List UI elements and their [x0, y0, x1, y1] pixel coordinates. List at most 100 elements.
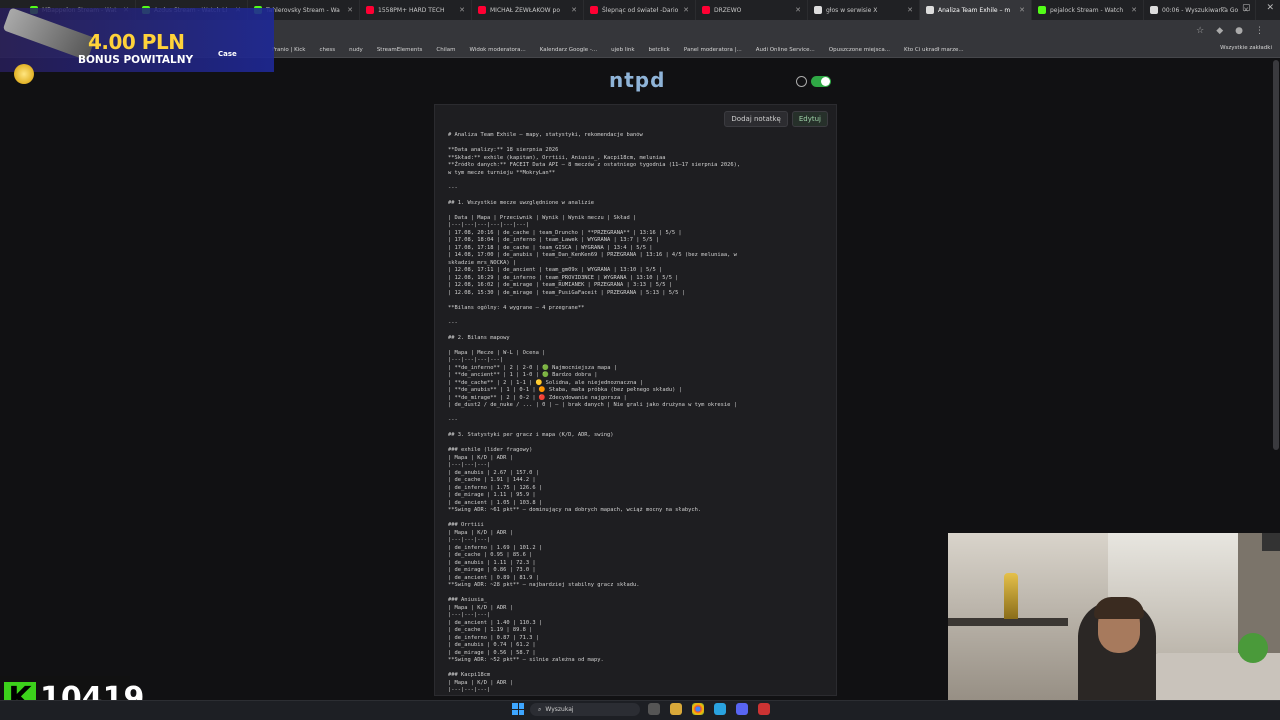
webcam-feed	[948, 533, 1280, 720]
browser-tab[interactable]: Ślepnąc od świateł -Dario ✕	[584, 0, 696, 20]
note-line: | de_inferno | 1.69 | 101.2 |	[448, 544, 543, 551]
minimize-icon[interactable]: –	[1221, 3, 1226, 13]
note-line: ## 3. Statystyki per gracz i mapa (K/D, …	[448, 432, 614, 438]
bookmark-item[interactable]: betclick	[649, 47, 670, 53]
note-line: **Bilans ogólny: 4 wygrane – 4 przegrane…	[448, 304, 585, 311]
note-line: |---|---|---|	[448, 687, 491, 692]
note-line: | 17.08, 18:04 | de_inferno | team_Lawek…	[448, 237, 659, 243]
browser-tab[interactable]: DRZEWO ✕	[696, 0, 808, 20]
tab-close-icon[interactable]: ✕	[1019, 6, 1025, 14]
bookmark-item[interactable]: Widok moderatora...	[469, 47, 525, 53]
theme-toggle[interactable]	[796, 76, 831, 87]
maximize-icon[interactable]: ▢	[1242, 3, 1251, 13]
task-view-icon[interactable]	[648, 703, 660, 715]
tab-close-icon[interactable]: ✕	[907, 6, 913, 14]
promo-brand: Case	[218, 50, 237, 58]
tab-title: 1558PM+ HARD TECH	[378, 6, 445, 14]
bookmark-item[interactable]: Kto Ci ukradł marze...	[904, 47, 964, 53]
note-line	[448, 410, 828, 418]
chrome-icon[interactable]	[692, 703, 704, 715]
note-line: ### Aniusia_	[448, 597, 487, 603]
note-line: | Mapa | K/D | ADR |	[448, 529, 513, 536]
note-line: | de_cache | 1.19 | 89.8 |	[448, 627, 533, 633]
tab-title: głos w serwisie X	[826, 6, 878, 14]
note-line	[448, 515, 828, 523]
bookmark-item[interactable]: Chilam	[436, 47, 455, 53]
note-line: **Data analizy:** 18 sierpnia 2026	[448, 147, 559, 153]
bookmark-item[interactable]: nudy	[349, 47, 363, 53]
cam-corner	[1262, 533, 1280, 551]
file-explorer-icon[interactable]	[670, 703, 682, 715]
extension-icon[interactable]: ◆	[1216, 26, 1223, 36]
tab-favicon-icon	[1038, 6, 1046, 14]
note-line: | **de_inferno** | 2 | 2-0 | 🟢 Najmocnie…	[448, 364, 617, 371]
note-line: ## 1. Wszystkie mecze uwzględnione w ana…	[448, 199, 595, 206]
note-line: |---|---|---|---|	[448, 357, 504, 363]
bookmark-item[interactable]: Panel moderatora |...	[684, 47, 742, 53]
windows-start-icon[interactable]	[512, 703, 524, 715]
tab-favicon-icon	[366, 6, 374, 14]
note-line: w tym mecze turnieju **MokryLan**	[448, 169, 556, 176]
menu-icon[interactable]: ⋮	[1255, 26, 1264, 36]
telegram-icon[interactable]	[714, 703, 726, 715]
taskbar	[0, 700, 1280, 720]
app-logo[interactable]: ntpd	[609, 68, 665, 92]
tab-favicon-icon	[926, 6, 934, 14]
bookmark-item[interactable]: Franio | Kick	[272, 47, 305, 53]
bookmark-item[interactable]: ujeb link	[611, 47, 634, 53]
scrollbar[interactable]	[1273, 60, 1279, 450]
promo-banner: 4.00 PLN BONUS POWITALNY Case	[0, 7, 274, 84]
browser-tab[interactable]: głos w serwisie X ✕	[808, 0, 920, 20]
taskbar-apps	[648, 703, 770, 715]
bookmark-item[interactable]: chess	[319, 47, 335, 53]
tab-close-icon[interactable]: ✕	[795, 6, 801, 14]
discord-icon[interactable]	[736, 703, 748, 715]
tab-close-icon[interactable]: ✕	[347, 6, 353, 14]
tab-favicon-icon	[1150, 6, 1158, 14]
cam-shelf	[948, 618, 1068, 626]
note-line	[448, 590, 828, 598]
note-line: | de_anubis | 1.11 | 72.3 |	[448, 559, 536, 566]
browser-tab[interactable]: MICHAŁ ŻEWŁAKOW po ✕	[472, 0, 584, 20]
taskbar-search[interactable]: ⌕ Wyszukaj	[530, 703, 640, 716]
note-actions: Dodaj notatkę Edytuj	[724, 111, 828, 127]
browser-tab[interactable]: Analiza Team Exhile – m ✕	[920, 0, 1032, 20]
star-icon[interactable]: ☆	[1196, 26, 1204, 36]
note-line: | de_mirage | 0.86 | 73.0 |	[448, 567, 536, 573]
note-line: | 17.08, 20:16 | de_cache | team_Druncho…	[448, 229, 682, 236]
bookmark-item[interactable]: Opuszczone miejsca...	[829, 47, 890, 53]
theme-switch[interactable]	[811, 76, 831, 87]
note-line: | Data | Mapa | Przeciwnik | Wynik | Wyn…	[448, 214, 637, 221]
note-line: | 12.08, 16:29 | de_inferno | team_PROVI…	[448, 274, 679, 281]
note-line: |---|---|---|	[448, 537, 491, 543]
edit-button[interactable]: Edytuj	[791, 111, 828, 127]
tab-close-icon[interactable]: ✕	[683, 6, 689, 14]
bookmark-item[interactable]: StreamElements	[377, 47, 423, 53]
note-line	[448, 425, 828, 433]
app-icon[interactable]	[758, 703, 770, 715]
note-line: | de_mirage | 0.56 | 58.7 |	[448, 649, 536, 656]
tab-close-icon[interactable]: ✕	[571, 6, 577, 14]
note-line: |---|---|---|	[448, 462, 491, 468]
tab-close-icon[interactable]: ✕	[459, 6, 465, 14]
tab-close-icon[interactable]: ✕	[1131, 6, 1137, 14]
bookmark-item[interactable]: Kalendarz Google -...	[540, 47, 597, 53]
note-line: **Swing ADR: ~61 pkt** – dominujący na d…	[448, 507, 702, 513]
profile-icon[interactable]: ●	[1235, 26, 1243, 36]
note-line: | de_ancient | 1.40 | 110.3 |	[448, 619, 543, 626]
all-bookmarks-folder[interactable]: Wszystkie zakładki	[1220, 45, 1272, 51]
note-line: | **de_ancient** | 1 | 1-0 | 🟢 Bardzo do…	[448, 372, 598, 378]
note-line: |---|---|---|	[448, 612, 491, 618]
note-line	[448, 207, 828, 215]
close-icon[interactable]: ✕	[1266, 3, 1274, 13]
note-line: | **de_mirage** | 2 | 0-2 | 🔴 Zdecydowan…	[448, 394, 627, 401]
note-line: **Swing ADR: ~28 pkt** – najbardziej sta…	[448, 582, 640, 588]
browser-tab[interactable]: 1558PM+ HARD TECH ✕	[360, 0, 472, 20]
add-note-button[interactable]: Dodaj notatkę	[724, 111, 788, 127]
note-line	[448, 312, 828, 320]
search-label: Wyszukaj	[545, 706, 574, 713]
note-line: **Swing ADR: ~52 pkt** – silnie zależna …	[448, 657, 604, 663]
note-line	[448, 665, 828, 673]
browser-tab[interactable]: pejalock Stream - Watch ✕	[1032, 0, 1144, 20]
bookmark-item[interactable]: Audi Online Service...	[756, 47, 815, 53]
